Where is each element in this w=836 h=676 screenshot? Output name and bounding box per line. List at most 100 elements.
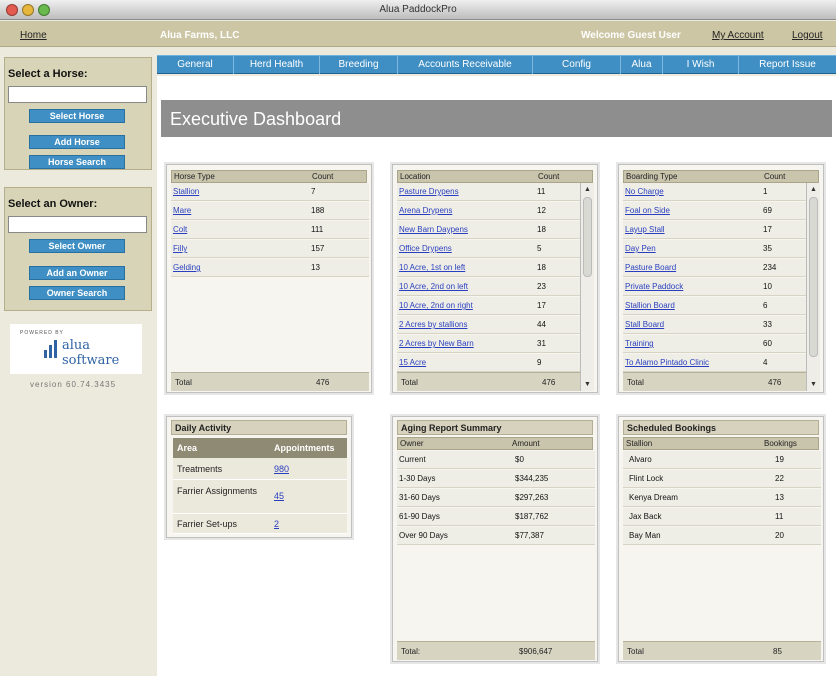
scroll-up-icon[interactable]: ▲ [582,184,593,195]
location-link[interactable]: New Barn Daypens [399,225,468,234]
location-link[interactable]: Office Drypens [399,244,452,253]
boarding-type-link[interactable]: Layup Stall [625,225,665,234]
location-link[interactable]: 2 Acres by New Barn [399,339,474,348]
boarding-type-link[interactable]: No Charge [625,187,664,196]
nav-config[interactable]: Config [533,56,621,74]
count-value: 10 [763,282,772,291]
horse-type-col-label: Horse Type [174,172,215,181]
select-horse-button[interactable]: Select Horse [29,109,125,123]
appointments-link[interactable]: 980 [274,464,289,474]
select-owner-button[interactable]: Select Owner [29,239,125,253]
amount-value: $187,762 [515,512,549,521]
scroll-up-icon[interactable]: ▲ [808,184,819,195]
boarding-total-row: Total 476 [623,372,806,391]
horse-type-link[interactable]: Mare [173,206,191,215]
horse-search-button[interactable]: Horse Search [29,155,125,169]
bookings-header: Stallion Bookings [623,437,819,450]
table-row: Pasture Board 234 [623,259,806,277]
aging-report-panel: Aging Report Summary Owner Amount Curren… [392,416,598,662]
left-sidebar: Select a Horse: Select Horse Add Horse H… [0,48,157,676]
horse-type-link[interactable]: Filly [173,244,187,253]
appointments-link[interactable]: 45 [274,491,284,501]
count-value: 44 [537,320,546,329]
area-label: Treatments [177,464,223,474]
my-account-link[interactable]: My Account [712,30,764,41]
amount-value: $297,263 [515,493,549,502]
nav-i-wish[interactable]: I Wish [663,56,739,74]
nav-general[interactable]: General [157,56,234,74]
table-row: Pasture Drypens 11 [397,183,580,201]
nav-accounts-receivable[interactable]: Accounts Receivable [398,56,533,74]
boarding-type-link[interactable]: To Alamo Pintado Clinic [625,358,709,367]
table-row: Colt 111 [171,221,369,239]
select-horse-label: Select a Horse: [8,68,88,80]
nav-alua[interactable]: Alua [621,56,663,74]
table-row: Over 90 Days $77,387 [397,527,595,545]
aging-header: Owner Amount [397,437,593,450]
scroll-thumb[interactable] [809,197,818,357]
logout-link[interactable]: Logout [792,30,823,41]
horse-type-link[interactable]: Colt [173,225,187,234]
location-link[interactable]: Pasture Drypens [399,187,459,196]
location-link[interactable]: 10 Acre, 1st on left [399,263,465,272]
owner-search-button[interactable]: Owner Search [29,286,125,300]
count-value: 1 [763,187,768,196]
boarding-type-link[interactable]: Day Pen [625,244,656,253]
aging-bucket: Current [399,455,426,464]
boarding-type-link[interactable]: Pasture Board [625,263,676,272]
select-horse-panel: Select a Horse: Select Horse Add Horse H… [4,57,152,170]
appointments-link[interactable]: 2 [274,519,279,529]
add-horse-button[interactable]: Add Horse [29,135,125,149]
horse-type-link[interactable]: Gelding [173,263,201,272]
logo-text: alua software [62,338,120,368]
boarding-type-link[interactable]: Foal on Side [625,206,670,215]
location-link[interactable]: 15 Acre [399,358,426,367]
aging-total-row: Total: $906,647 [397,641,595,660]
table-row: 15 Acre 9 [397,354,580,372]
boarding-type-link[interactable]: Training [625,339,654,348]
location-link[interactable]: 10 Acre, 2nd on left [399,282,468,291]
location-link[interactable]: Arena Drypens [399,206,452,215]
total-label: Total: [401,647,421,656]
table-row: Farrier Set-ups 2 [173,514,347,534]
count-value: 23 [537,282,546,291]
top-bar: Home Alua Farms, LLC Welcome Guest User … [0,21,836,47]
home-link[interactable]: Home [20,30,47,41]
location-header: Location Count [397,170,593,183]
add-owner-button[interactable]: Add an Owner [29,266,125,280]
total-value: 85 [773,647,782,656]
stallion-name: Bay Man [629,531,661,540]
nav-breeding[interactable]: Breeding [320,56,398,74]
count-value: 234 [763,263,777,272]
table-row: Stallion Board 6 [623,297,806,315]
aging-bucket: 61-90 Days [399,512,440,521]
owner-input[interactable] [8,216,147,233]
table-row: No Charge 1 [623,183,806,201]
scroll-thumb[interactable] [583,197,592,277]
boarding-scrollbar[interactable]: ▲ ▼ [806,183,820,391]
select-owner-panel: Select an Owner: Select Owner Add an Own… [4,187,152,311]
stallion-name: Flint Lock [629,474,664,483]
location-total-row: Total 476 [397,372,580,391]
location-link[interactable]: 10 Acre, 2nd on right [399,301,473,310]
count-value: 4 [763,358,768,367]
boarding-type-col-label: Boarding Type [626,172,678,181]
boarding-type-link[interactable]: Stall Board [625,320,664,329]
area-label: Farrier Set-ups [177,519,238,529]
count-value: 31 [537,339,546,348]
boarding-type-link[interactable]: Private Paddock [625,282,683,291]
nav-herd-health[interactable]: Herd Health [234,56,320,74]
table-row: 1-30 Days $344,235 [397,470,595,488]
location-scrollbar[interactable]: ▲ ▼ [580,183,594,391]
horse-type-link[interactable]: Stallion [173,187,199,196]
nav-report-issue[interactable]: Report Issue [739,56,836,74]
boarding-type-link[interactable]: Stallion Board [625,301,675,310]
table-row: Farrier Assignments 45 [173,480,347,514]
scroll-down-icon[interactable]: ▼ [808,379,819,390]
location-link[interactable]: 2 Acres by stallions [399,320,467,329]
table-row: 31-60 Days $297,263 [397,489,595,507]
scroll-down-icon[interactable]: ▼ [582,379,593,390]
boarding-type-panel: Boarding Type Count No Charge 1 Foal on S… [618,164,824,393]
horse-input[interactable] [8,86,147,103]
table-row: Day Pen 35 [623,240,806,258]
